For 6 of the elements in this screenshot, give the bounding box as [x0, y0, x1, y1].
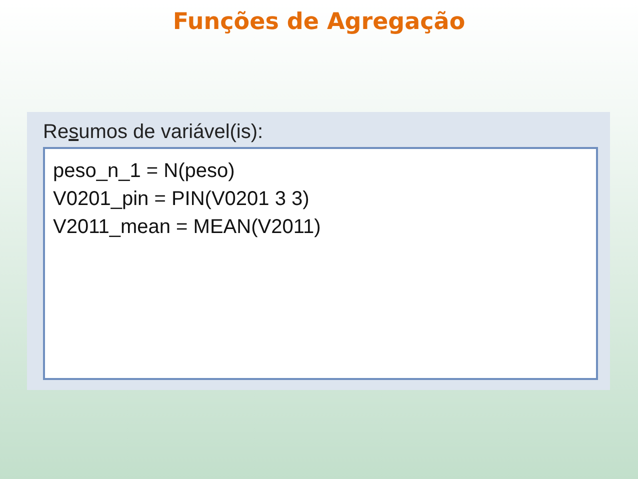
summaries-label: Resumos de variável(is):	[43, 120, 264, 144]
summaries-list[interactable]: peso_n_1 = N(peso) V0201_pin = PIN(V0201 3 3) V2011_mean = MEAN(V2011)	[43, 147, 598, 380]
slide-title: Funções de Agregação	[172, 8, 466, 37]
summary-item[interactable]: V0201_pin = PIN(V0201 3 3)	[53, 185, 310, 213]
summary-item[interactable]: peso_n_1 = N(peso)	[53, 157, 235, 185]
summary-item[interactable]: V2011_mean = MEAN(V2011)	[53, 213, 321, 241]
